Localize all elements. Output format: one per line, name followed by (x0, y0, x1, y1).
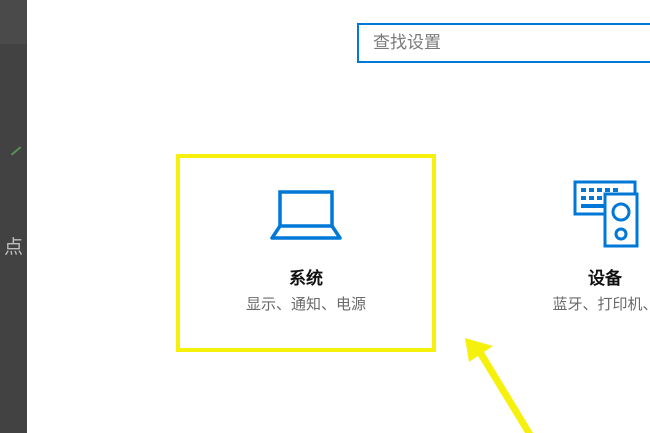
settings-search-box[interactable] (357, 23, 650, 63)
background-partial-char: 点 (4, 236, 24, 258)
laptop-icon (180, 188, 432, 248)
tile-system[interactable]: 系统 显示、通知、电源 (176, 154, 436, 352)
tile-system-subtitle: 显示、通知、电源 (245, 295, 366, 313)
keyboard-speaker-icon (500, 176, 650, 254)
settings-search-input[interactable] (359, 25, 650, 61)
background-window-titlebar (0, 0, 27, 44)
tile-system-title: 系统 (289, 269, 323, 289)
tile-devices-title: 设备 (588, 269, 622, 289)
background-window-strip: 点 (0, 0, 27, 433)
yellow-arrow-icon (455, 330, 545, 433)
background-green-mark (10, 146, 22, 156)
tile-devices[interactable]: 设备 蓝牙、打印机、 (500, 170, 650, 330)
tile-devices-subtitle: 蓝牙、打印机、 (552, 295, 650, 313)
